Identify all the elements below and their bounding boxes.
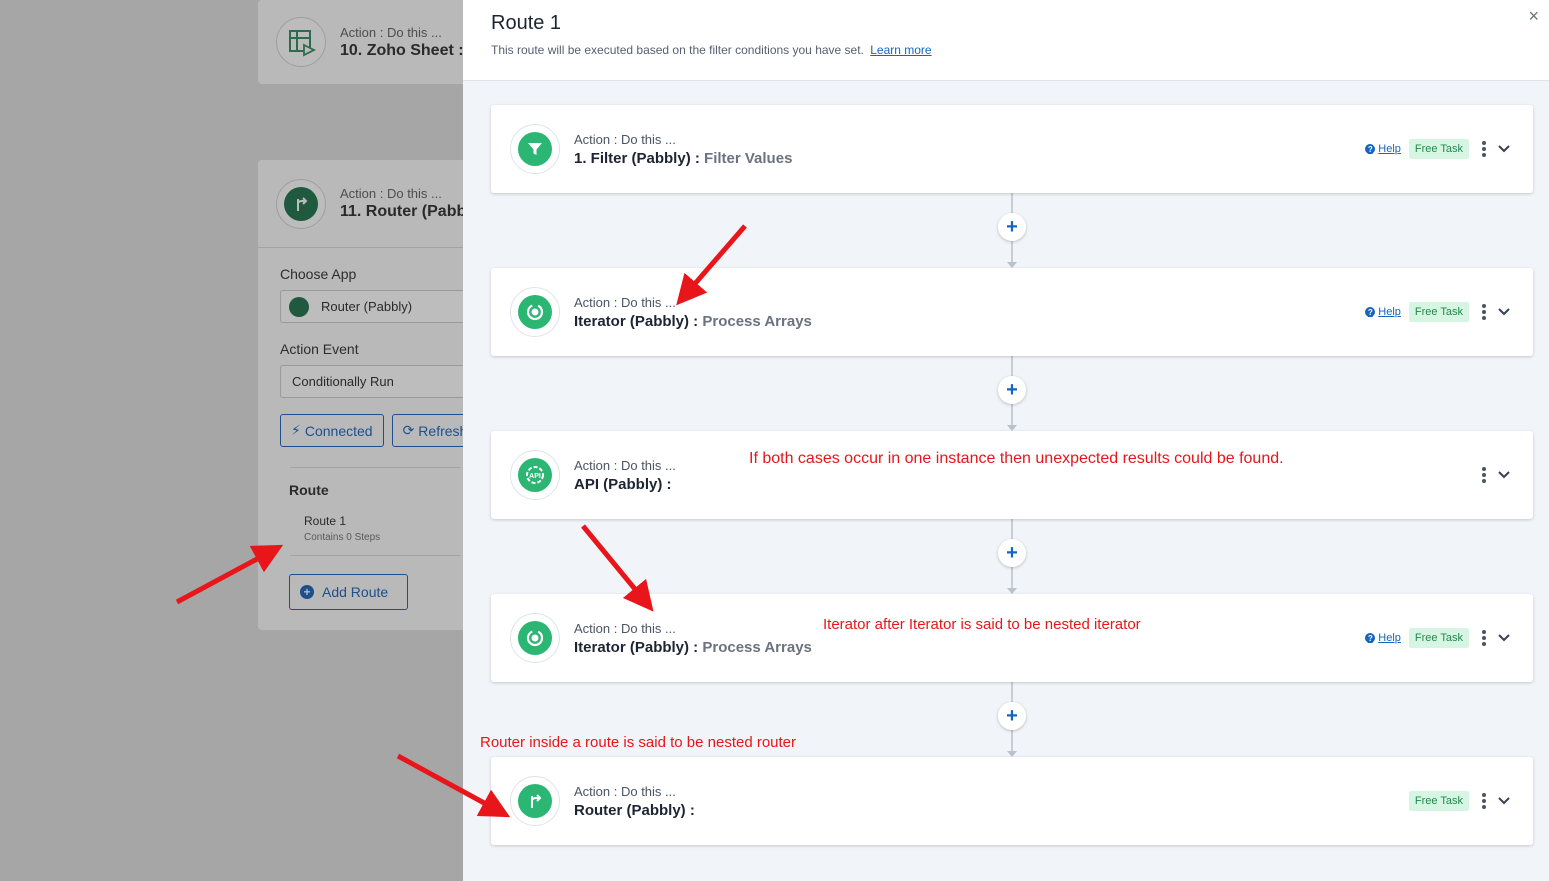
refresh-icon: ⟳ — [402, 422, 415, 438]
svg-text:API: API — [529, 473, 541, 480]
annotation-iterator-note: Iterator after Iterator is said to be ne… — [823, 616, 1141, 633]
route-item[interactable]: Route 1 Contains 0 Steps — [304, 514, 468, 543]
bg-action-label: Action : Do this ... — [340, 186, 442, 201]
learn-more-link[interactable]: Learn more — [870, 43, 931, 57]
router-icon — [276, 178, 326, 229]
app-icon-wrap: API — [510, 450, 560, 500]
help-icon: ? — [1365, 144, 1376, 154]
app-icon-wrap — [510, 124, 560, 174]
bg-action-label: Action : Do this ... — [340, 24, 442, 40]
action-label: Action : Do this ... — [574, 457, 676, 473]
refresh-button[interactable]: ⟳ Refresh — [391, 414, 468, 447]
free-task-badge: Free Task — [1408, 302, 1469, 322]
chevron-down-icon[interactable] — [1497, 631, 1511, 645]
router-icon — [289, 296, 309, 317]
action-event-value: Conditionally Run — [292, 374, 394, 389]
step-title: API (Pabbly) : — [574, 475, 672, 493]
step-card-iterator[interactable]: Action : Do this ... Iterator (Pabbly) :… — [491, 268, 1533, 356]
add-route-button[interactable]: + Add Route — [289, 574, 408, 610]
annotation-api-note: If both cases occur in one instance then… — [749, 450, 1284, 467]
more-options-icon[interactable] — [1479, 629, 1489, 647]
action-label: Action : Do this ... — [574, 783, 676, 799]
more-options-icon[interactable] — [1479, 303, 1489, 321]
action-label: Action : Do this ... — [574, 294, 676, 310]
choose-app-label: Choose App — [280, 266, 357, 282]
free-task-badge: Free Task — [1408, 791, 1469, 811]
app-icon-wrap — [510, 287, 560, 337]
zoho-sheet-icon — [276, 17, 326, 67]
iterator-icon — [518, 621, 552, 655]
chevron-down-icon[interactable] — [1497, 305, 1511, 319]
help-link[interactable]: ? Help — [1365, 143, 1401, 155]
api-icon: API — [518, 458, 552, 492]
step-title: Router (Pabbly) : — [574, 801, 695, 819]
more-options-icon[interactable] — [1479, 466, 1489, 484]
step-card-api[interactable]: API Action : Do this ... API (Pabbly) : — [491, 431, 1533, 519]
divider — [290, 555, 460, 556]
help-icon: ? — [1365, 633, 1376, 643]
plug-icon: ⚡ — [291, 422, 301, 438]
app-icon-wrap — [510, 776, 560, 826]
chevron-down-icon[interactable] — [1497, 794, 1511, 808]
more-options-icon[interactable] — [1479, 140, 1489, 158]
close-icon[interactable]: × — [1528, 6, 1539, 27]
step-card-filter[interactable]: Action : Do this ... 1. Filter (Pabbly) … — [491, 105, 1533, 193]
add-step-button[interactable]: + — [998, 539, 1026, 567]
bg-step-card-zoho-sheet: Action : Do this ... 10. Zoho Sheet : — [258, 0, 468, 84]
bg-step-title: 11. Router (Pabb — [340, 203, 467, 220]
modal-title: Route 1 — [491, 12, 562, 34]
help-link[interactable]: ? Help — [1365, 632, 1401, 644]
step-card-iterator[interactable]: Action : Do this ... Iterator (Pabbly) :… — [491, 594, 1533, 682]
modal-subtitle: This route will be executed based on the… — [491, 43, 932, 57]
router-icon — [518, 784, 552, 818]
action-event-select[interactable]: Conditionally Run — [280, 365, 468, 398]
chevron-down-icon[interactable] — [1497, 468, 1511, 482]
route-section-label: Route — [289, 482, 329, 498]
route-item-steps: Contains 0 Steps — [304, 532, 381, 543]
free-task-badge: Free Task — [1408, 139, 1469, 159]
step-title: Iterator (Pabbly) : Process Arrays — [574, 638, 812, 656]
filter-icon — [518, 132, 552, 166]
route-item-name: Route 1 — [304, 514, 347, 528]
divider — [290, 467, 460, 468]
step-title: 1. Filter (Pabbly) : Filter Values — [574, 149, 793, 167]
modal-header: Route 1 This route will be executed base… — [463, 0, 1549, 81]
help-link[interactable]: ? Help — [1365, 306, 1401, 318]
action-label: Action : Do this ... — [574, 620, 676, 636]
iterator-icon — [518, 295, 552, 329]
step-event: Filter Values — [704, 149, 793, 167]
chevron-down-icon[interactable] — [1497, 142, 1511, 156]
choose-app-value: Router (Pabbly) — [321, 299, 413, 314]
step-card-router[interactable]: Action : Do this ... Router (Pabbly) : F… — [491, 757, 1533, 845]
bg-step-card-router: Action : Do this ... 11. Router (Pabb Ch… — [258, 160, 468, 630]
action-event-label: Action Event — [280, 341, 359, 357]
plus-circle-icon: + — [300, 585, 314, 599]
more-options-icon[interactable] — [1479, 792, 1489, 810]
step-event: Process Arrays — [702, 638, 812, 656]
step-event: Process Arrays — [702, 312, 812, 330]
add-step-button[interactable]: + — [998, 376, 1026, 404]
step-title: Iterator (Pabbly) : Process Arrays — [574, 312, 812, 330]
bg-step-title: 10. Zoho Sheet : — [340, 41, 464, 59]
help-icon: ? — [1365, 307, 1376, 317]
choose-app-select[interactable]: Router (Pabbly) — [280, 290, 468, 323]
free-task-badge: Free Task — [1408, 628, 1469, 648]
connected-button[interactable]: ⚡ Connected — [280, 414, 384, 447]
app-icon-wrap — [510, 613, 560, 663]
annotation-router-note: Router inside a route is said to be nest… — [480, 734, 797, 751]
add-step-button[interactable]: + — [998, 702, 1026, 730]
action-label: Action : Do this ... — [574, 131, 676, 147]
add-step-button[interactable]: + — [998, 213, 1026, 241]
